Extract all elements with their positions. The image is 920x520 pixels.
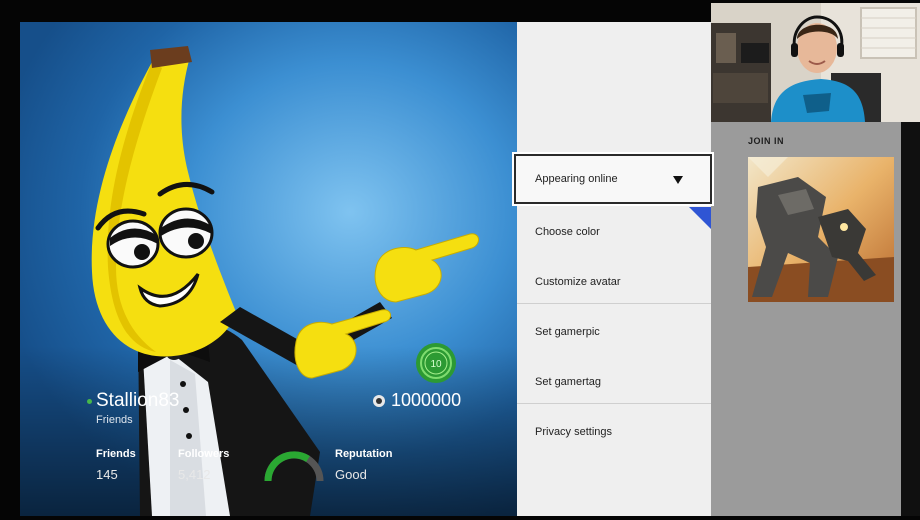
friends-label: Friends [96, 448, 136, 460]
menu-divider [517, 303, 711, 304]
caret-down-icon [673, 176, 683, 184]
gamerscore-value: 1000000 [391, 390, 462, 410]
followers-label: Followers [178, 448, 230, 460]
webcam-overlay [711, 3, 920, 122]
menu-item-appearing-online[interactable]: Appearing online [514, 154, 712, 204]
xbox-profile-screen: Stallion83 Friends 10 1000000 Friends 14… [0, 0, 920, 520]
banana-avatar [91, 46, 479, 516]
menu-item-set-gamerpic[interactable]: Set gamerpic [517, 307, 711, 357]
menu-item-label: Choose color [535, 226, 600, 238]
level-number: 10 [430, 359, 442, 370]
menu-item-set-gamertag[interactable]: Set gamertag [517, 357, 711, 407]
screen-bezel-bottom [0, 516, 920, 520]
screen-bezel-left [0, 0, 20, 520]
reputation-label: Reputation [335, 448, 393, 460]
gamerscore-icon [373, 395, 385, 407]
menu-item-privacy-settings[interactable]: Privacy settings [517, 407, 711, 457]
menu-item-label: Customize avatar [535, 276, 621, 288]
menu-item-label: Set gamerpic [535, 326, 600, 338]
selection-accent [689, 207, 711, 229]
menu-item-label: Set gamertag [535, 376, 602, 388]
menu-divider [517, 403, 711, 404]
relationship-status: Friends [96, 414, 133, 426]
game-tile-image[interactable] [748, 157, 894, 302]
menu-item-choose-color[interactable]: Choose color [517, 207, 711, 257]
gamertag: Stallion83 [96, 390, 180, 411]
menu-item-customize-avatar[interactable]: Customize avatar [517, 257, 711, 307]
friends-stat[interactable]: Friends 145 [96, 448, 136, 482]
level-badge-icon: 10 [416, 343, 456, 383]
join-in-title: JOIN IN [748, 136, 785, 146]
followers-count: 5,412 [178, 467, 211, 482]
reputation-value: Good [335, 467, 367, 482]
reputation-stat[interactable]: Reputation Good [335, 448, 392, 482]
followers-stat[interactable]: Followers 5,412 [178, 448, 229, 482]
reputation-gauge-icon [264, 451, 324, 482]
profile-card: Stallion83 Friends 10 1000000 Friends 14… [20, 22, 517, 516]
friends-count: 145 [96, 467, 118, 482]
join-in-panel: JOIN IN [711, 122, 901, 516]
menu-item-label: Appearing online [535, 173, 618, 185]
profile-options-menu: Appearing online Choose color Customize … [514, 22, 712, 516]
menu-item-label: Privacy settings [535, 426, 613, 438]
presence-online-dot [87, 399, 92, 404]
